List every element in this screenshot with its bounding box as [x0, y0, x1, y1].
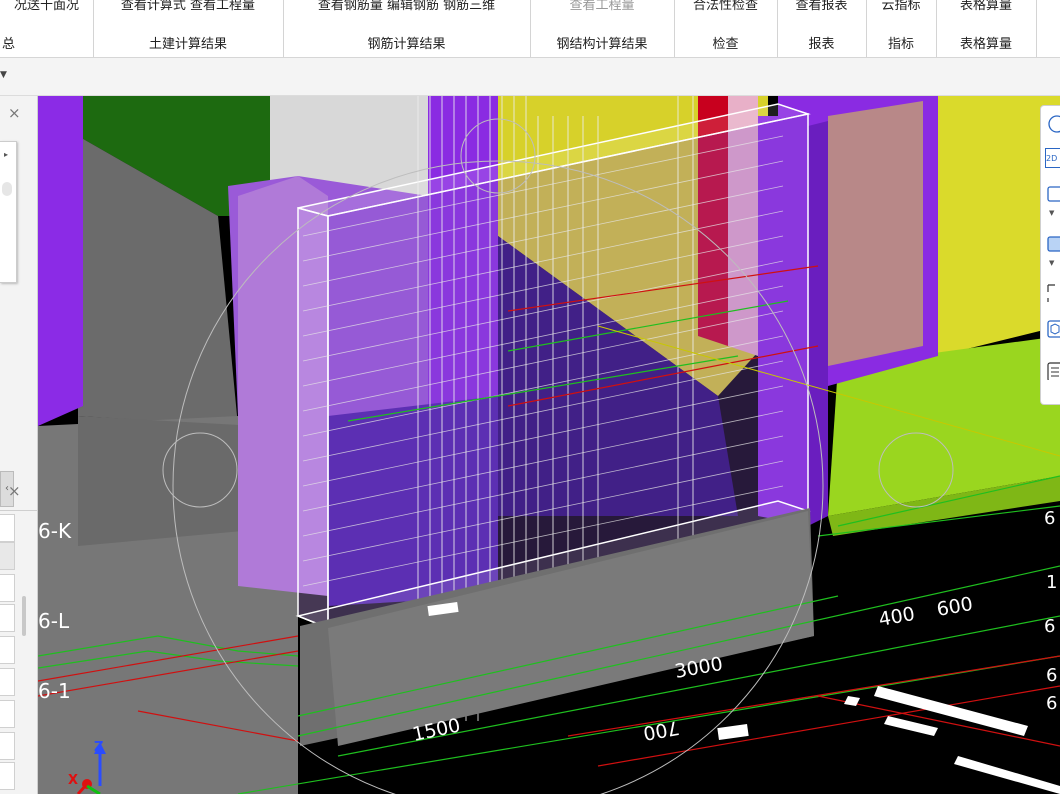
ribbon-group-summary-buttons[interactable]: 况送十面况 — [0, 0, 93, 13]
view-2d-icon[interactable]: 2D — [1045, 148, 1060, 168]
ribbon-group-table-calc-buttons[interactable]: 表格算量 — [936, 0, 1036, 13]
expand-arrow-icon[interactable]: ▸ — [4, 150, 8, 159]
ribbon-group-summary-label: 总 — [2, 37, 16, 52]
list-item[interactable] — [0, 542, 15, 570]
panel-close-icon-2[interactable]: × — [8, 482, 21, 500]
axis-x-label: X — [68, 773, 78, 788]
box-select-icon[interactable] — [1045, 282, 1060, 302]
orbit-icon[interactable] — [1045, 114, 1060, 134]
purple-pillar-side — [808, 121, 828, 526]
floating-panel-stub[interactable]: ▸ — [0, 141, 17, 283]
list-item[interactable] — [0, 762, 15, 790]
sub-toolbar — [0, 58, 1060, 96]
panel-divider — [0, 510, 37, 511]
ribbon-group-check[interactable]: 合法性检查 检查 — [674, 0, 778, 57]
ribbon-group-index-label: 指标 — [887, 37, 914, 52]
list-item[interactable] — [0, 636, 15, 664]
list-item[interactable] — [0, 574, 15, 602]
list-item[interactable] — [0, 668, 15, 696]
ribbon-group-report[interactable]: 查看报表 报表 — [777, 0, 867, 57]
ribbon-group-index[interactable]: 云指标 指标 — [866, 0, 937, 57]
list-item[interactable] — [0, 514, 15, 542]
cube-3d-icon[interactable] — [1045, 318, 1060, 338]
ribbon-group-check-label: 检查 — [712, 37, 739, 52]
grid-label-right-4: 6 — [1046, 665, 1057, 686]
grid-label-right-5: 6 — [1046, 693, 1057, 714]
cube-solid-icon[interactable] — [1045, 234, 1060, 254]
ribbon-group-rebar-buttons[interactable]: 查看钢筋量 编辑钢筋 钢筋三维 — [283, 0, 530, 13]
dropdown-arrow-icon[interactable]: ▼ — [1049, 209, 1054, 217]
ribbon-group-report-label: 报表 — [808, 37, 835, 52]
ribbon-group-report-buttons[interactable]: 查看报表 — [777, 0, 866, 13]
ribbon-group-civil-buttons[interactable]: 查看计算式 查看工程量 — [93, 0, 283, 13]
axis-z-label: Z — [94, 740, 103, 755]
ribbon-group-steel-results[interactable]: 查看工程量 钢结构计算结果 — [530, 0, 675, 57]
list-item[interactable] — [0, 732, 15, 760]
cube-icon[interactable] — [1045, 184, 1060, 204]
ribbon-group-check-buttons[interactable]: 合法性检查 — [674, 0, 777, 13]
ribbon-group-table-calc[interactable]: 表格算量 表格算量 — [936, 0, 1037, 57]
list-icon[interactable] — [1045, 360, 1060, 380]
scene-svg[interactable]: 6-K 6-L 6-1 6 1 6 6 6 400 600 3000 1500 … — [38, 96, 1060, 794]
grid-label-6k: 6-K — [38, 519, 72, 543]
ribbon-group-civil-label: 土建计算结果 — [148, 37, 227, 52]
view-toolbar: 2D ▼ ▼ — [1040, 105, 1060, 405]
grid-label-6l: 6-L — [38, 609, 70, 633]
dropdown-arrow-icon[interactable]: ▼ — [0, 70, 7, 80]
ribbon-toolbar: 况送十面况 总 查看计算式 查看工程量 土建计算结果 查看钢筋量 编辑钢筋 钢筋… — [0, 0, 1060, 58]
left-panel: × ▸ ‹ × — [0, 96, 38, 794]
ribbon-group-rebar-results[interactable]: 查看钢筋量 编辑钢筋 钢筋三维 钢筋计算结果 — [283, 0, 531, 57]
ribbon-group-steel-buttons[interactable]: 查看工程量 — [530, 0, 674, 13]
grid-label-right-1: 6 — [1044, 508, 1055, 529]
selected-wall-side[interactable] — [297, 207, 329, 630]
list-item[interactable] — [0, 604, 15, 632]
grid-label-right-2: 1 — [1046, 572, 1057, 593]
grid-label-right-3: 6 — [1044, 616, 1055, 637]
ribbon-group-rebar-label: 钢筋计算结果 — [367, 37, 446, 52]
grid-label-61: 6-1 — [38, 679, 71, 703]
list-item[interactable] — [0, 700, 15, 728]
pink-panel — [828, 101, 923, 366]
purple-column-left — [38, 96, 83, 426]
ribbon-group-summary[interactable]: 况送十面况 总 — [0, 0, 94, 57]
ribbon-group-index-buttons[interactable]: 云指标 — [866, 0, 936, 13]
3d-viewport[interactable]: 6-K 6-L 6-1 6 1 6 6 6 400 600 3000 1500 … — [38, 96, 1060, 794]
ribbon-group-table-calc-label: 表格算量 — [959, 37, 1012, 52]
panel-close-icon[interactable]: × — [8, 104, 21, 122]
dropdown-arrow-icon[interactable]: ▼ — [1049, 259, 1054, 267]
ribbon-group-civil-results[interactable]: 查看计算式 查看工程量 土建计算结果 — [93, 0, 284, 57]
ribbon-group-steel-label: 钢结构计算结果 — [556, 37, 648, 52]
scrollbar-thumb[interactable] — [22, 596, 26, 636]
toggle-icon[interactable] — [2, 182, 12, 196]
